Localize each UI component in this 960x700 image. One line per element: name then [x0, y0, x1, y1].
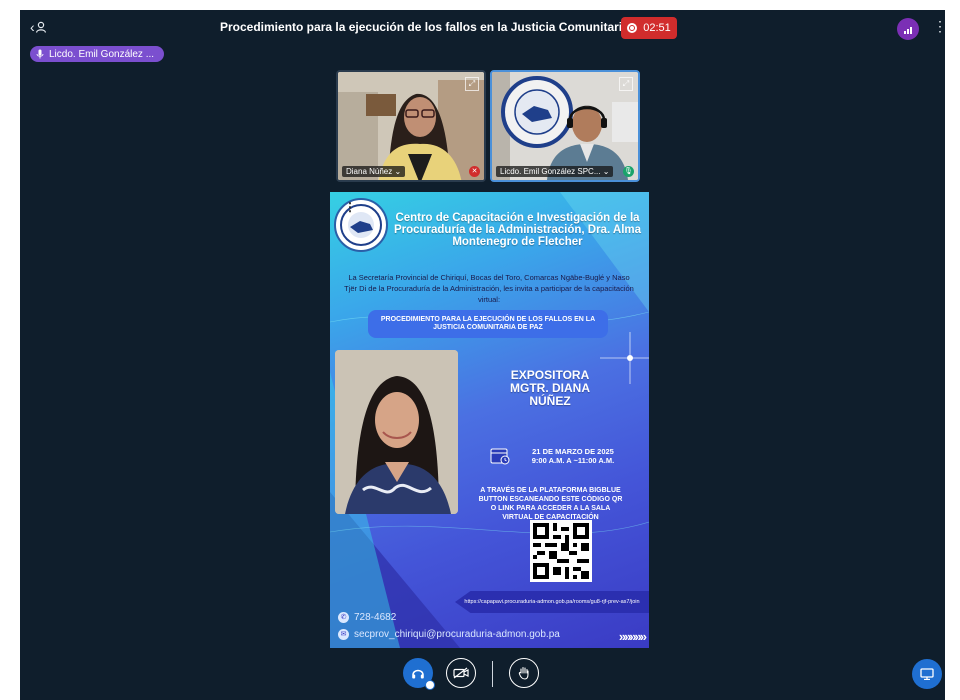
meeting-title: Procedimiento para la ejecución de los f…	[220, 20, 671, 34]
email-address: secprov_chiriqui@procuraduria-admon.gob.…	[354, 629, 560, 640]
recording-time: 02:51	[643, 22, 671, 34]
signal-bar-icon	[910, 27, 912, 34]
user-icon	[35, 21, 46, 33]
talking-user-name: Licdo. Emil González ...	[49, 48, 155, 60]
contact-email: ✉ secprov_chiriqui@procuraduria-admon.go…	[338, 629, 560, 640]
talking-indicator[interactable]: Licdo. Emil González ...	[30, 46, 165, 62]
slide-intro-text: La Secretaría Provincial de Chiriquí, Bo…	[344, 273, 634, 304]
signal-bar-icon	[904, 31, 906, 34]
video-tile-diana[interactable]: ⤢ Diana Núñez ⌄ ✕	[336, 70, 486, 182]
top-bar: ‹ Procedimiento para la ejecución de los…	[20, 10, 945, 46]
video-feed-emil	[492, 72, 638, 180]
audio-settings-badge[interactable]	[425, 680, 435, 690]
camera-button[interactable]	[446, 658, 476, 688]
room-link: https://capapavi.procuraduria-admon.gob.…	[455, 591, 649, 613]
recording-button[interactable]: 02:51	[621, 17, 677, 39]
video-tile-emil[interactable]: ⤢ Licdo. Emil González SPC... ⌄ 🎙	[490, 70, 640, 182]
hand-icon	[518, 666, 529, 680]
camera-off-icon	[453, 667, 469, 679]
slide-options-icon[interactable]: ⋮	[344, 200, 356, 214]
speaker-block: EXPOSITORA MGTR. DIANA NÚÑEZ	[480, 369, 620, 408]
speaker-photo	[335, 350, 458, 514]
video-label-diana[interactable]: Diana Núñez ⌄	[342, 166, 406, 177]
speaker-name-line2: NÚÑEZ	[529, 394, 571, 408]
procuraduria-logo	[334, 198, 388, 252]
email-icon: ✉	[338, 629, 349, 640]
bottom-controls	[20, 655, 945, 695]
controls-divider	[492, 661, 493, 687]
user-list-toggle[interactable]: ‹	[30, 17, 54, 37]
expand-icon[interactable]: ⤢	[465, 77, 479, 91]
presentation-toggle-button[interactable]	[912, 659, 942, 689]
expand-icon[interactable]: ⤢	[619, 77, 633, 91]
calendar-icon	[490, 448, 510, 465]
phone-icon: ✆	[338, 612, 349, 623]
phone-number: 728-4682	[354, 612, 397, 623]
muted-mic-icon: ✕	[469, 166, 480, 177]
event-date-time: 9:00 A.M. A ~11:00 A.M.	[531, 456, 615, 465]
signal-bar-icon	[907, 29, 909, 34]
course-title-pill: PROCEDIMIENTO PARA LA EJECUCIÓN DE LOS F…	[368, 310, 608, 338]
video-label-emil[interactable]: Licdo. Emil González SPC... ⌄	[496, 166, 614, 177]
raise-hand-button[interactable]	[509, 658, 539, 688]
audio-button[interactable]	[403, 658, 435, 690]
mic-icon	[36, 49, 44, 59]
contact-phone: ✆ 728-4682	[338, 612, 396, 623]
slide-title: Centro de Capacitación e Investigación d…	[393, 212, 642, 248]
qr-code	[530, 520, 592, 582]
presentation-icon	[920, 668, 934, 680]
platform-instructions: A TRAVÉS DE LA PLATAFORMA BIGBLUE BUTTON…	[478, 487, 623, 521]
record-icon	[627, 23, 638, 33]
chevrons-decoration: »»»»»	[618, 629, 647, 644]
presentation-slide[interactable]: ⋮ Centro de Capacitación e Investigación…	[330, 192, 649, 648]
event-date-day: 21 DE MARZO DE 2025	[532, 447, 614, 456]
meeting-app: ‹ Procedimiento para la ejecución de los…	[20, 10, 945, 700]
headphones-icon	[412, 669, 424, 679]
connection-status-button[interactable]	[897, 18, 919, 40]
options-menu-icon[interactable]: ⋮	[933, 19, 945, 33]
event-date: 21 DE MARZO DE 2025 9:00 A.M. A ~11:00 A…	[518, 447, 628, 465]
active-mic-icon: 🎙	[623, 166, 634, 177]
